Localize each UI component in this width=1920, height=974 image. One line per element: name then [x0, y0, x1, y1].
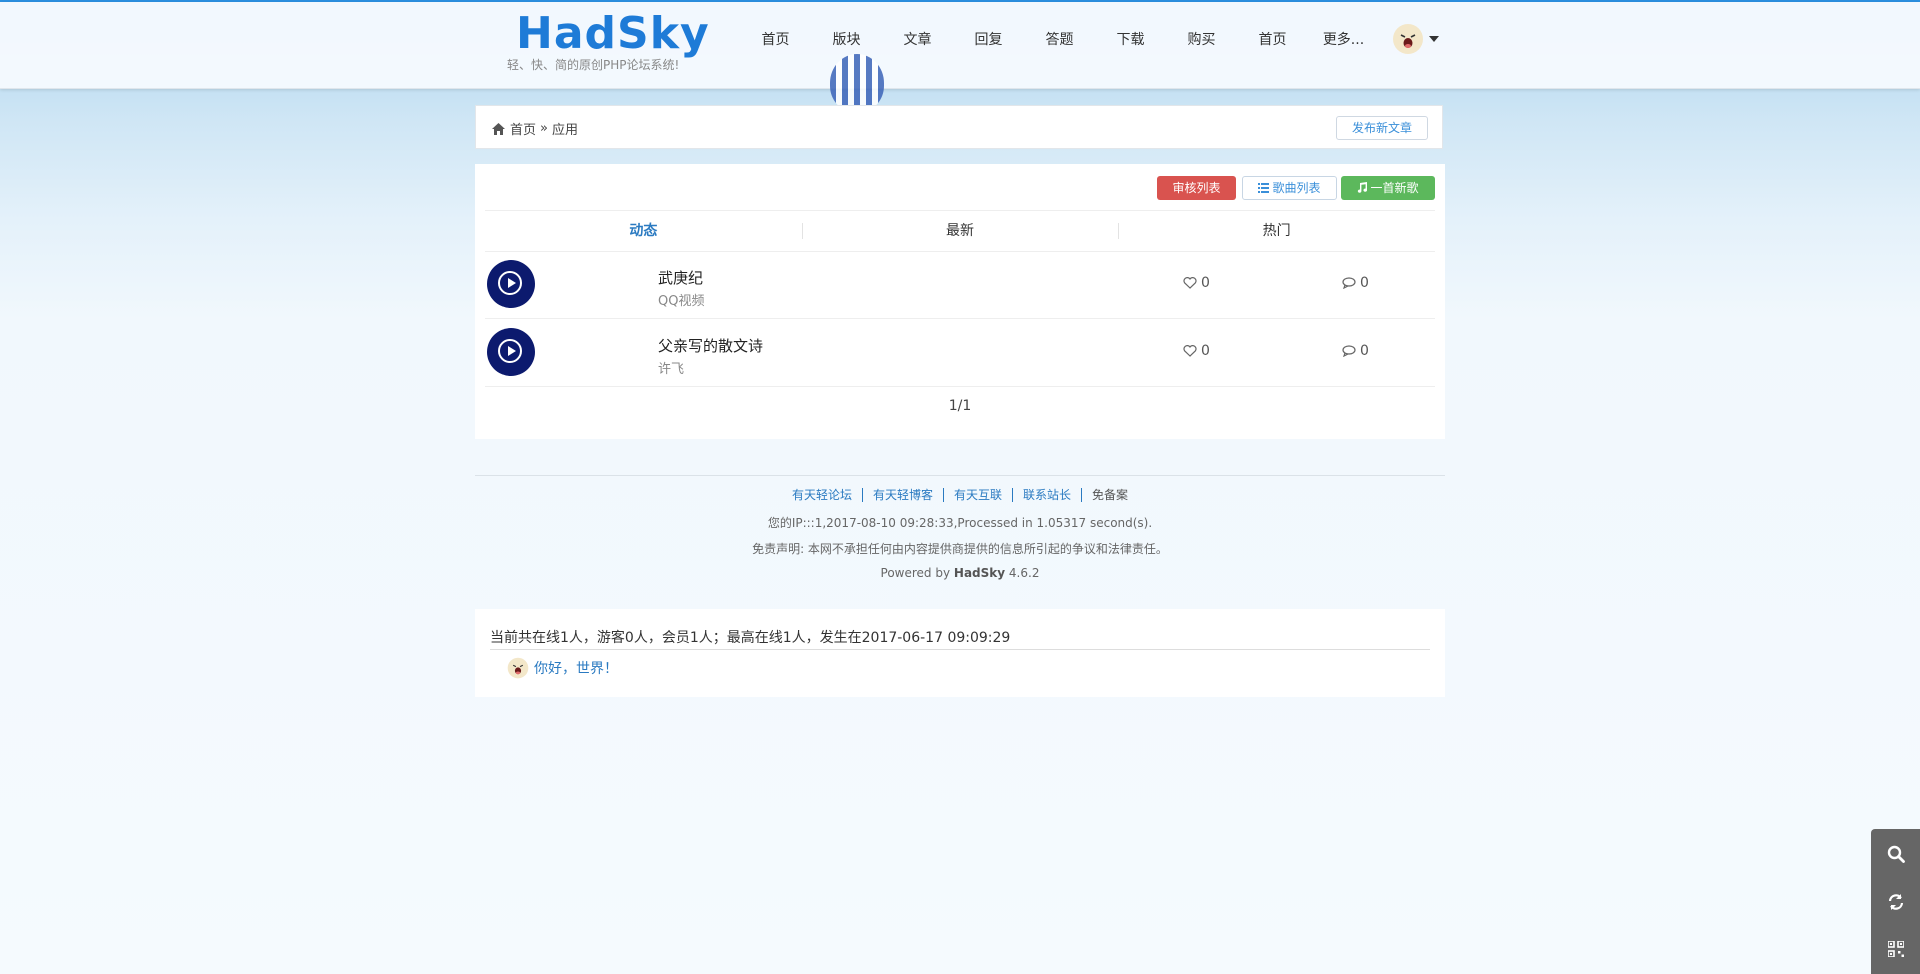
floating-toolbar [1871, 829, 1920, 974]
user-menu-caret-icon[interactable] [1429, 36, 1439, 42]
new-song-button[interactable]: 一首新歌 [1341, 176, 1435, 200]
home-icon [492, 122, 505, 135]
site-footer: 有天轻论坛 有天轻博客 有天互联 联系站长 免备案 您的IP:::1,2017-08-1… [475, 475, 1445, 580]
music-panel: 审核列表 歌曲列表 一首新歌 动态 最新 热门 武庚纪 QQ视频 0 0 父亲写… [475, 164, 1445, 439]
main-nav: 首页 版块 文章 回复 答题 下载 购买 首页 更多... [740, 30, 1379, 50]
divider [490, 649, 1430, 650]
play-button[interactable] [487, 260, 535, 308]
footer-link-interconnect[interactable]: 有天互联 [944, 488, 1013, 502]
footer-link-contact[interactable]: 联系站长 [1013, 488, 1083, 502]
search-button[interactable] [1871, 831, 1920, 877]
nav-item-home[interactable]: 首页 [740, 30, 811, 50]
footer-link-blog[interactable]: 有天轻博客 [863, 488, 944, 502]
list-icon [1258, 183, 1270, 193]
post-article-button[interactable]: 发布新文章 [1336, 116, 1428, 140]
like-count-value: 0 [1201, 275, 1210, 291]
like-count[interactable]: 0 [1183, 275, 1210, 291]
play-icon [498, 339, 522, 363]
site-logo[interactable]: HadSky [516, 8, 710, 59]
music-note-icon [1358, 182, 1368, 193]
song-list-button[interactable]: 歌曲列表 [1242, 176, 1337, 200]
list-item: 父亲写的散文诗 许飞 0 0 [485, 319, 1435, 387]
heart-icon [1183, 277, 1197, 289]
user-avatar[interactable] [1392, 23, 1424, 55]
comment-icon [1342, 345, 1356, 357]
nav-item-boards[interactable]: 版块 [811, 30, 882, 50]
online-user[interactable]: 你好，世界！ [507, 657, 618, 679]
footer-disclaimer: 免责声明: 本网不承担任何由内容提供商提供的信息所引起的争议和法律责任。 [752, 542, 1168, 556]
online-user-name[interactable]: 你好，世界！ [534, 658, 618, 678]
qrcode-icon [1887, 941, 1904, 957]
like-count[interactable]: 0 [1183, 343, 1210, 359]
song-title[interactable]: 武庚纪 [658, 267, 703, 288]
song-list-label: 歌曲列表 [1272, 181, 1321, 195]
comment-icon [1342, 277, 1356, 289]
online-summary: 当前共在线1人，游客0人，会员1人；最高在线1人，发生在2017-06-17 0… [490, 630, 1011, 646]
refresh-button[interactable] [1871, 879, 1920, 925]
like-count-value: 0 [1201, 343, 1210, 359]
online-panel: 当前共在线1人，游客0人，会员1人；最高在线1人，发生在2017-06-17 0… [475, 609, 1445, 697]
heart-icon [1183, 345, 1197, 357]
breadcrumb-separator: » [540, 121, 548, 136]
nav-item-purchase[interactable]: 购买 [1166, 30, 1237, 50]
search-icon [1887, 845, 1905, 863]
pagination: 1/1 [948, 398, 972, 414]
nav-item-more[interactable]: 更多... [1308, 30, 1379, 50]
tab-activity[interactable]: 动态 [485, 211, 802, 251]
review-list-button[interactable]: 审核列表 [1157, 176, 1236, 200]
powered-prefix: Powered by [880, 566, 951, 580]
balloon-decoration [830, 54, 884, 112]
new-song-label: 一首新歌 [1370, 181, 1419, 195]
breadcrumb-bar: 首页 » 应用 发布新文章 [475, 105, 1443, 149]
powered-version: 4.6.2 [1008, 566, 1040, 580]
song-artist: 许飞 [658, 362, 685, 377]
nav-item-home-2[interactable]: 首页 [1237, 30, 1308, 50]
comment-count[interactable]: 0 [1342, 343, 1369, 359]
tab-hot[interactable]: 热门 [1118, 211, 1435, 251]
comment-count-value: 0 [1360, 275, 1369, 291]
qrcode-button[interactable] [1871, 926, 1920, 972]
footer-powered-by: Powered by HadSky 4.6.2 [475, 566, 1445, 580]
song-artist: QQ视频 [658, 294, 705, 309]
play-button[interactable] [487, 328, 535, 376]
refresh-icon [1888, 894, 1903, 910]
breadcrumb: 首页 » 应用 [492, 119, 578, 138]
tab-bar: 动态 最新 热门 [485, 210, 1435, 252]
breadcrumb-current: 应用 [551, 123, 578, 138]
site-slogan: 轻、快、简的原创PHP论坛系统! [507, 58, 680, 72]
site-header: HadSky 轻、快、简的原创PHP论坛系统! 首页 版块 文章 回复 答题 下… [0, 2, 1920, 112]
song-title[interactable]: 父亲写的散文诗 [658, 335, 763, 356]
user-avatar [507, 657, 529, 679]
list-item: 武庚纪 QQ视频 0 0 [485, 251, 1435, 319]
nav-item-articles[interactable]: 文章 [882, 30, 953, 50]
footer-link-forum[interactable]: 有天轻论坛 [782, 488, 863, 502]
nav-item-replies[interactable]: 回复 [953, 30, 1024, 50]
breadcrumb-home[interactable]: 首页 [510, 119, 536, 138]
footer-icp: 免备案 [1092, 488, 1129, 502]
footer-links: 有天轻论坛 有天轻博客 有天互联 联系站长 免备案 [475, 488, 1445, 502]
nav-item-quiz[interactable]: 答题 [1024, 30, 1095, 50]
nav-item-download[interactable]: 下载 [1095, 30, 1166, 50]
comment-count[interactable]: 0 [1342, 275, 1369, 291]
powered-name[interactable]: HadSky [954, 566, 1005, 580]
play-icon [498, 271, 522, 295]
comment-count-value: 0 [1360, 343, 1369, 359]
footer-ip-info: 您的IP:::1,2017-08-10 09:28:33,Processed i… [767, 516, 1153, 530]
tab-latest[interactable]: 最新 [801, 211, 1119, 251]
